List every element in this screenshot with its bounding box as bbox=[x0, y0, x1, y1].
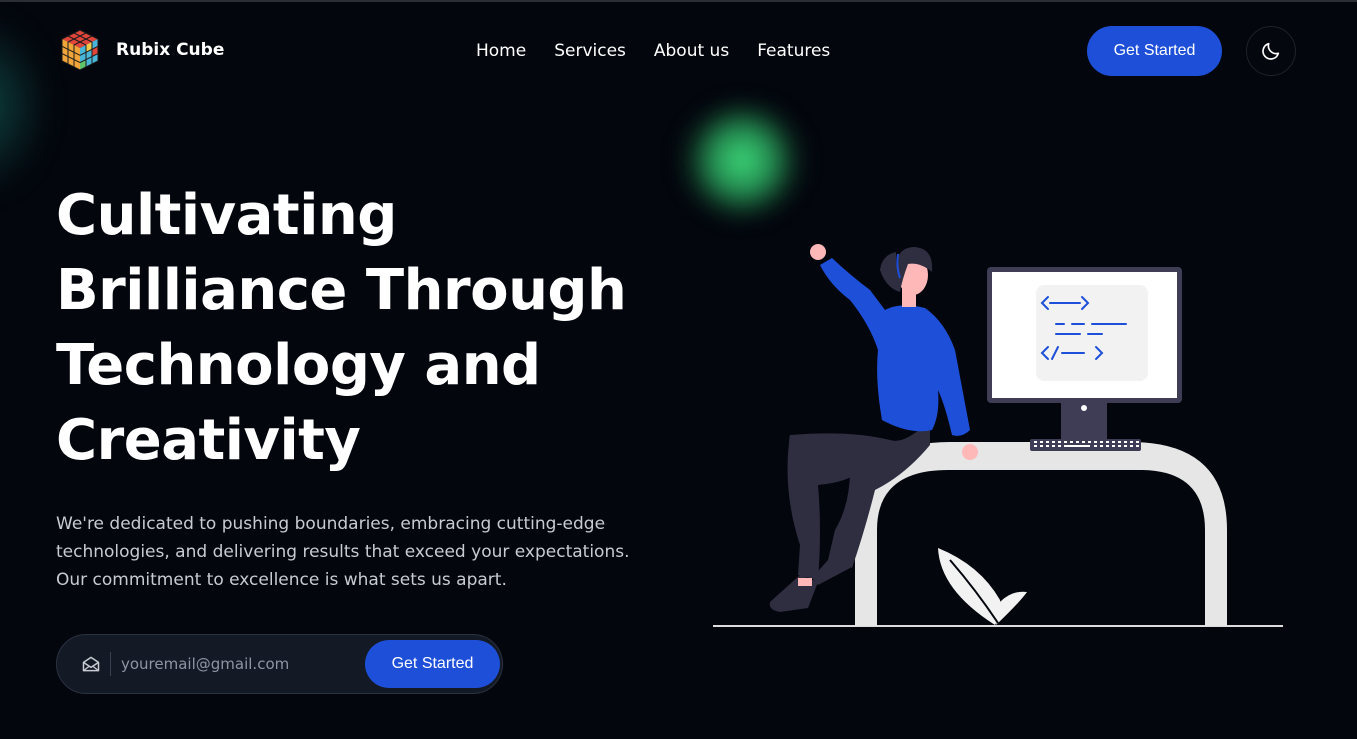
hero-title-line-4: Creativity bbox=[56, 408, 361, 473]
hero-title-line-3: Technology and bbox=[56, 333, 541, 398]
green-glow-decoration bbox=[672, 98, 812, 223]
landing-page: Rubix Cube Home Services About us Featur… bbox=[0, 0, 1357, 739]
hero-illustration bbox=[713, 244, 1283, 627]
nav-features[interactable]: Features bbox=[757, 40, 830, 62]
hero-title-line-2: Brilliance Through bbox=[56, 258, 627, 323]
main-nav: Home Services About us Features bbox=[476, 40, 858, 62]
nav-services[interactable]: Services bbox=[554, 40, 626, 62]
email-input[interactable] bbox=[121, 649, 351, 679]
nav-home[interactable]: Home bbox=[476, 40, 526, 62]
brand-logo[interactable]: Rubix Cube bbox=[58, 28, 224, 72]
brand-name: Rubix Cube bbox=[116, 40, 225, 60]
hero-title: Cultivating Brilliance Through Technolog… bbox=[56, 178, 656, 478]
moon-icon bbox=[1262, 42, 1280, 60]
hero-subtitle: We're dedicated to pushing boundaries, e… bbox=[56, 514, 630, 590]
email-signup-form: Get Started bbox=[56, 634, 503, 694]
envelope-open-icon bbox=[82, 656, 100, 672]
header-get-started-button[interactable]: Get Started bbox=[1087, 26, 1222, 76]
hero-title-line-1: Cultivating bbox=[56, 183, 397, 248]
signup-get-started-button[interactable]: Get Started bbox=[365, 640, 500, 688]
teal-glow-decoration bbox=[0, 0, 40, 210]
top-border bbox=[0, 0, 1357, 2]
nav-about-us[interactable]: About us bbox=[654, 40, 729, 62]
input-divider bbox=[110, 652, 111, 676]
theme-toggle-button[interactable] bbox=[1246, 26, 1296, 76]
rubiks-cube-icon bbox=[61, 29, 99, 71]
